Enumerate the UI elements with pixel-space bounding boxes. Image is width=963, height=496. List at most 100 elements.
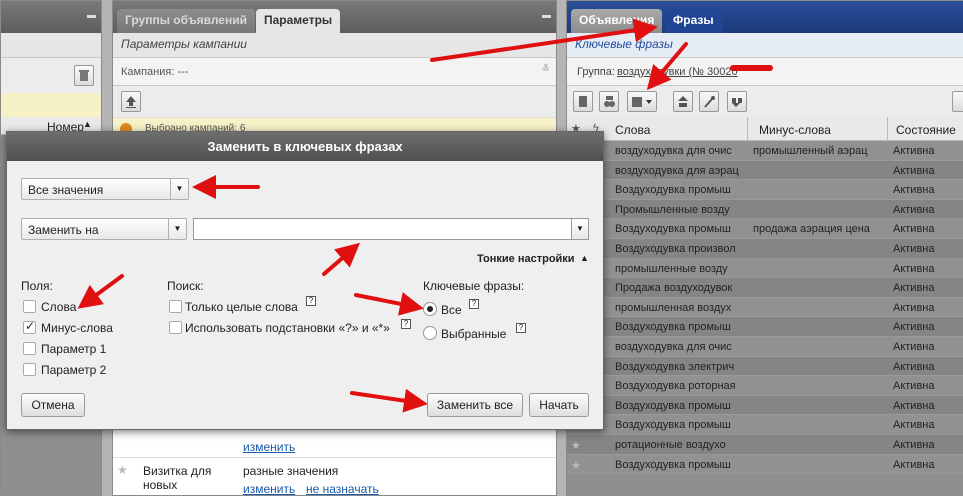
scope-select[interactable]: Все значения ▼ xyxy=(21,178,189,200)
table-row[interactable]: ★Промышленные воздуАктивна xyxy=(567,199,963,220)
help-icon[interactable]: ? xyxy=(401,319,411,329)
column-header-words[interactable]: Слова xyxy=(615,123,650,137)
radio-selected[interactable] xyxy=(423,326,437,340)
table-row[interactable]: ★Воздуходувка промышАктивна xyxy=(567,180,963,200)
phrase-words: ротационные воздухо xyxy=(615,439,726,451)
table-row[interactable]: ★промышленные воздуАктивна xyxy=(567,258,963,279)
star-icon[interactable]: ★ xyxy=(571,459,581,472)
unassign-link[interactable]: не назначать xyxy=(306,482,379,495)
table-row[interactable]: ★Воздуходувка электричАктивна xyxy=(567,356,963,377)
phrase-words: Воздуходувка промыш xyxy=(615,399,731,412)
more-button[interactable] xyxy=(952,91,963,112)
group-link[interactable]: воздуходувки (№ 30020 xyxy=(617,66,738,78)
table-row[interactable]: ★ ротационные воздухо Активна xyxy=(567,435,963,455)
checkbox-whole-words[interactable] xyxy=(169,300,182,313)
cancel-button[interactable]: Отмена xyxy=(21,393,85,417)
trash-icon xyxy=(79,70,89,81)
dropdown-arrow-icon: ▼ xyxy=(170,179,188,199)
phrase-words: Воздуходувка промыш xyxy=(615,321,731,334)
left-yellow-bar xyxy=(1,93,101,117)
replace-input[interactable]: ▼ xyxy=(193,218,589,240)
phrase-words: Воздуходувка промыш xyxy=(615,184,731,197)
phrase-status: Активна xyxy=(893,419,935,432)
column-header-status[interactable]: Состояние xyxy=(896,123,956,137)
checkbox-param2[interactable] xyxy=(23,363,36,376)
right-subtitle: Ключевые фразы xyxy=(567,33,963,57)
edit-button[interactable] xyxy=(627,91,657,112)
checkbox-wildcards-label: Использовать подстановки «?» и «*» xyxy=(185,321,390,335)
checkbox-words[interactable] xyxy=(23,300,36,313)
raise-button[interactable] xyxy=(673,91,693,112)
group-row: Группа: воздуходувки (№ 30020 xyxy=(567,57,963,85)
table-row[interactable]: ★воздуходувка для очисАктивна xyxy=(567,337,963,357)
table-row[interactable]: ★Продажа воздуходувокАктивна xyxy=(567,278,963,298)
download-button[interactable] xyxy=(727,91,747,112)
replace-input-dropdown[interactable]: ▼ xyxy=(571,219,588,239)
phrase-status: Активна xyxy=(893,184,935,197)
collapse-icon[interactable]: ≚ xyxy=(542,64,550,75)
magic-button[interactable] xyxy=(699,91,719,112)
minimize-icon[interactable] xyxy=(542,15,551,18)
new-phrase-button[interactable] xyxy=(573,91,593,112)
help-icon[interactable]: ? xyxy=(469,299,479,309)
phrase-words: промышленная воздух xyxy=(615,301,732,314)
table-row[interactable]: ★промышленная воздухАктивна xyxy=(567,297,963,318)
replace-dialog: Заменить в ключевых фразах Все значения … xyxy=(6,131,604,430)
right-tabbar: Объявления Фразы xyxy=(567,1,963,33)
table-row[interactable]: ★Воздуходувка промышпродажа аэрация цена… xyxy=(567,219,963,239)
tab-ad-groups[interactable]: Группы объявлений xyxy=(117,9,255,33)
right-panel: Объявления Фразы Ключевые фразы Группа: … xyxy=(566,0,963,496)
phrase-words: воздуходувка для аэрац xyxy=(615,164,739,177)
tab-parameters[interactable]: Параметры xyxy=(256,9,341,33)
collapse-up-icon[interactable]: ▲ xyxy=(580,253,589,263)
radio-all[interactable] xyxy=(423,302,437,316)
checkbox-param1[interactable] xyxy=(23,342,36,355)
fine-settings-link[interactable]: Тонкие настройки xyxy=(477,253,575,265)
replace-all-button[interactable]: Заменить все xyxy=(427,393,523,417)
checkbox-wildcards[interactable] xyxy=(169,321,182,334)
minimize-icon[interactable] xyxy=(87,15,96,18)
edit-icon xyxy=(632,97,652,107)
phrase-status: Активна xyxy=(893,282,935,295)
table-row[interactable]: ★Воздуходувка промышАктивна xyxy=(567,454,963,475)
table-row[interactable]: ★Воздуходувка промышАктивна xyxy=(567,415,963,435)
change-link[interactable]: изменить xyxy=(243,440,295,454)
star-icon[interactable]: ★ xyxy=(117,463,128,477)
star-icon[interactable]: ★ xyxy=(571,439,581,452)
table-row[interactable]: ★Воздуходувка произволАктивна xyxy=(567,239,963,259)
table-row[interactable]: ★Воздуходувка роторнаяАктивна xyxy=(567,376,963,396)
phrase-words: Воздуходувка роторная xyxy=(615,380,736,393)
phrases-grid: ★ воздуходувка для очис промышленный аэрац… xyxy=(567,141,963,495)
mid-subtitle: Параметры кампании xyxy=(113,33,556,57)
action-select[interactable]: Заменить на ▼ xyxy=(21,218,187,240)
tab-phrases[interactable]: Фразы xyxy=(665,9,722,33)
phrase-words: Воздуходувка произвол xyxy=(615,243,736,255)
phrases-header: ★ ϟ Слова Минус-слова Состояние xyxy=(567,117,963,141)
phrase-words: Воздуходувка электрич xyxy=(615,360,735,373)
column-divider xyxy=(887,117,888,140)
change-link-2[interactable]: изменить xyxy=(243,482,295,495)
checkbox-minus-words[interactable]: ✓ xyxy=(23,319,36,334)
phrase-status: Активна xyxy=(893,262,935,275)
left-subtitle xyxy=(1,33,101,57)
start-button[interactable]: Начать xyxy=(529,393,589,417)
help-icon[interactable]: ? xyxy=(516,323,526,333)
table-row[interactable]: ★воздуходувка для очиспромышленный аэрац… xyxy=(567,141,963,161)
delete-button[interactable] xyxy=(74,65,94,86)
phrase-status: Активна xyxy=(893,301,935,314)
mid-tabbar: Группы объявлений Параметры xyxy=(113,1,556,33)
tab-ads[interactable]: Объявления xyxy=(571,9,663,33)
phrase-words: воздуходувка для очис xyxy=(615,341,732,353)
magic-wand-icon xyxy=(704,96,715,108)
table-row[interactable]: ★Воздуходувка промышАктивна xyxy=(567,395,963,416)
copy-button[interactable] xyxy=(599,91,619,112)
help-icon[interactable]: ? xyxy=(306,296,316,306)
upload-button[interactable] xyxy=(121,91,141,112)
mid-toolbar xyxy=(113,85,556,117)
table-row[interactable]: ★воздуходувка для аэрацАктивна xyxy=(567,160,963,181)
phrase-status: Активна xyxy=(893,223,935,236)
campaign-label: Кампания: --- xyxy=(121,66,189,78)
table-row[interactable]: ★Воздуходувка промышАктивна xyxy=(567,317,963,337)
phrase-status: Активна xyxy=(893,341,935,353)
column-header-minus[interactable]: Минус-слова xyxy=(759,123,831,137)
